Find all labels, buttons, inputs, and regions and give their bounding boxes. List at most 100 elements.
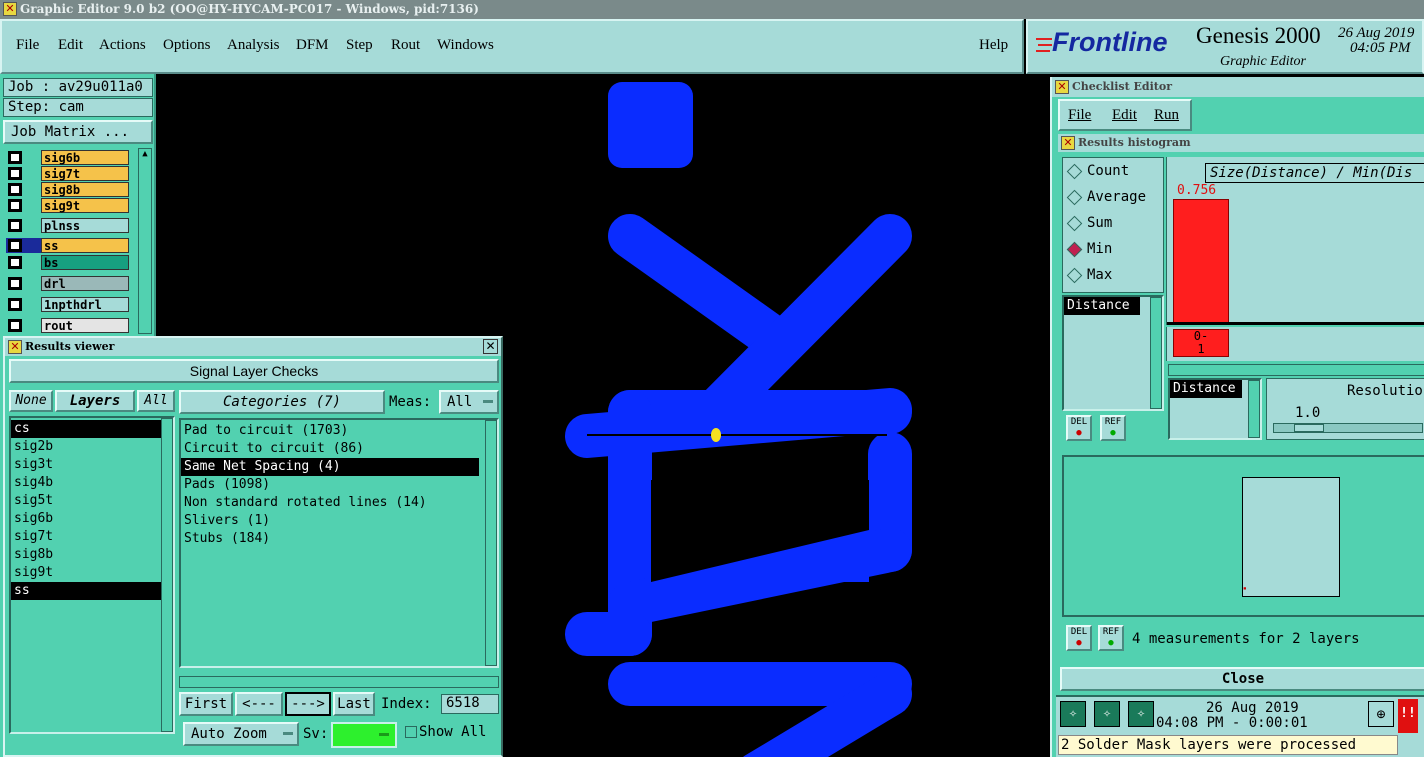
menu-edit[interactable]: Edit (58, 37, 83, 54)
zoom-icon[interactable]: ⊕ (1368, 701, 1394, 727)
menu-help[interactable]: Help (979, 37, 1008, 54)
categories-hscrollbar[interactable] (179, 676, 499, 688)
layer-scrollbar[interactable]: ▲ (138, 148, 152, 334)
layer-checkbox[interactable] (8, 151, 22, 164)
none-button[interactable]: None (9, 390, 53, 412)
menu-rout[interactable]: Rout (391, 37, 420, 54)
list-item[interactable]: sig3t (11, 456, 173, 474)
layer-row[interactable]: 1npthdrl (6, 297, 129, 312)
ref-button[interactable]: REF ● (1100, 415, 1126, 441)
categories-button[interactable]: Categories (7) (179, 390, 385, 414)
list-item[interactable]: sig6b (11, 510, 173, 528)
window-close-icon[interactable]: ✕ (3, 2, 17, 16)
menu-windows[interactable]: Windows (437, 37, 494, 54)
list-item[interactable]: Same Net Spacing (4) (181, 458, 479, 476)
tool-icon[interactable]: ✧ (1060, 701, 1086, 727)
list-item[interactable]: Pads (1098) (181, 476, 497, 494)
layer-checkbox[interactable] (8, 239, 22, 252)
layer-row[interactable]: sig8b (6, 182, 129, 197)
job-matrix-button[interactable]: Job Matrix ... (3, 120, 153, 144)
preview-board[interactable]: ▪ (1242, 477, 1340, 597)
bin-label[interactable]: 0- 1 (1173, 329, 1229, 357)
checklist-menu-file[interactable]: File (1068, 107, 1091, 124)
menu-analysis[interactable]: Analysis (227, 37, 280, 54)
prev-button[interactable]: <--- (235, 692, 283, 716)
pad-shape[interactable] (608, 82, 693, 168)
layers-list[interactable]: cs sig2b sig3t sig4b sig5t sig6b sig7t s… (9, 416, 175, 734)
menu-actions[interactable]: Actions (99, 37, 146, 54)
layers-list-scrollbar[interactable] (161, 418, 173, 732)
layer-checkbox[interactable] (8, 277, 22, 290)
layer-row[interactable]: bs (6, 255, 129, 270)
layer-checkbox[interactable] (8, 199, 22, 212)
list-item[interactable]: Circuit to circuit (86) (181, 440, 497, 458)
show-all-checkbox[interactable] (405, 726, 417, 738)
list-item[interactable]: Slivers (1) (181, 512, 497, 530)
radio-sum[interactable]: Sum (1063, 210, 1163, 236)
distance2-scrollbar[interactable] (1248, 380, 1260, 438)
list-item[interactable]: Distance (1064, 297, 1140, 315)
first-button[interactable]: First (179, 692, 233, 716)
checklist-menu-edit[interactable]: Edit (1112, 107, 1137, 124)
layer-checkbox[interactable] (8, 183, 22, 196)
results-viewer-menu-icon[interactable]: ✕ (8, 340, 22, 354)
tool-icon[interactable]: ✧ (1094, 701, 1120, 727)
layer-row[interactable]: drl (6, 276, 129, 291)
menu-file[interactable]: File (16, 37, 39, 54)
checklist-menu-icon[interactable]: ✕ (1055, 80, 1069, 94)
menu-dfm[interactable]: DFM (296, 37, 329, 54)
categories-list-scrollbar[interactable] (485, 420, 497, 666)
layer-row[interactable]: plnss (6, 218, 129, 233)
histogram-hscrollbar[interactable] (1168, 364, 1424, 376)
scroll-up-icon[interactable]: ▲ (139, 149, 151, 159)
layer-checkbox[interactable] (8, 298, 22, 311)
alert-icon[interactable]: !! (1398, 699, 1418, 733)
ref-button-2[interactable]: REF ● (1098, 625, 1124, 651)
close-button[interactable]: Close (1060, 667, 1424, 691)
list-item[interactable]: cs (11, 420, 173, 438)
layer-row[interactable]: sig6b (6, 150, 129, 165)
list-item[interactable]: sig8b (11, 546, 173, 564)
list-item[interactable]: sig9t (11, 564, 173, 582)
layer-checkbox[interactable] (8, 167, 22, 180)
trace-line[interactable] (608, 214, 804, 366)
layer-checkbox[interactable] (8, 219, 22, 232)
distance-list[interactable]: Distance (1062, 295, 1164, 411)
layer-row[interactable]: sig9t (6, 198, 129, 213)
list-item[interactable]: Distance (1170, 380, 1242, 398)
meas-select[interactable]: All (439, 390, 499, 414)
tool-icon[interactable]: ✧ (1128, 701, 1154, 727)
sv-color-select[interactable] (331, 722, 397, 748)
del-button-2[interactable]: DEL ● (1066, 625, 1092, 651)
list-item[interactable]: sig5t (11, 492, 173, 510)
checklist-menu-run[interactable]: Run (1154, 107, 1179, 124)
auto-zoom-select[interactable]: Auto Zoom (183, 722, 299, 746)
list-item[interactable]: Non standard rotated lines (14) (181, 494, 497, 512)
histogram-bar[interactable] (1173, 199, 1229, 323)
index-input[interactable]: 6518 (441, 694, 499, 714)
layer-row[interactable]: sig7t (6, 166, 129, 181)
list-item[interactable]: ss (11, 582, 173, 600)
menu-options[interactable]: Options (163, 37, 211, 54)
last-button[interactable]: Last (333, 692, 375, 716)
radio-average[interactable]: Average (1063, 184, 1163, 210)
list-item[interactable]: sig7t (11, 528, 173, 546)
next-button[interactable]: ---> (285, 692, 331, 716)
all-layers-button[interactable]: All (137, 390, 175, 412)
list-item[interactable]: Stubs (184) (181, 530, 497, 548)
list-item[interactable]: sig2b (11, 438, 173, 456)
layer-checkbox[interactable] (8, 319, 22, 332)
histogram-menu-icon[interactable]: ✕ (1061, 136, 1075, 150)
categories-list[interactable]: Pad to circuit (1703) Circuit to circuit… (179, 418, 499, 668)
radio-count[interactable]: Count (1063, 158, 1163, 184)
del-button[interactable]: DEL ● (1066, 415, 1092, 441)
layer-checkbox[interactable] (8, 256, 22, 269)
slider-handle[interactable] (1294, 424, 1324, 432)
resolution-slider[interactable] (1273, 423, 1423, 433)
distance-scrollbar[interactable] (1150, 297, 1162, 409)
menu-step[interactable]: Step (346, 37, 373, 54)
list-item[interactable]: Pad to circuit (1703) (181, 422, 497, 440)
radio-max[interactable]: Max (1063, 262, 1163, 288)
radio-min[interactable]: Min (1063, 236, 1163, 262)
list-item[interactable]: sig4b (11, 474, 173, 492)
